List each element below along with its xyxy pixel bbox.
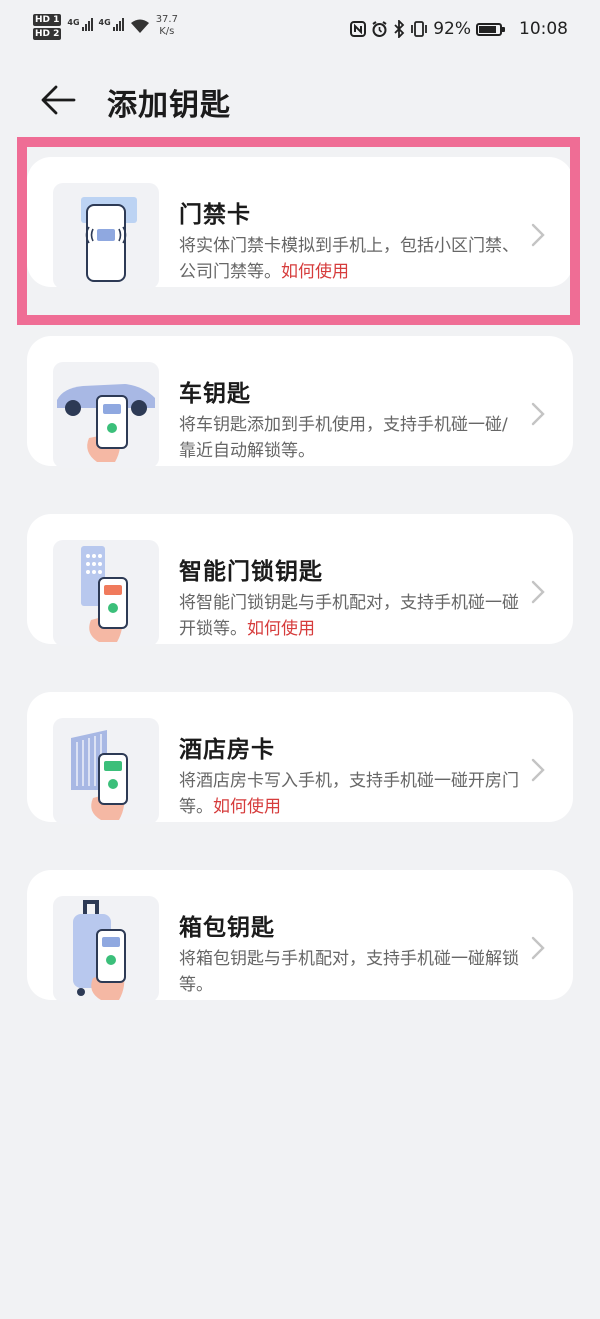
- page-title: 添加钥匙: [107, 88, 231, 123]
- card-description: 将实体门禁卡模拟到手机上，包括小区门禁、公司门禁等。如何使用: [179, 233, 519, 285]
- smart-lock-illustration: [53, 540, 159, 646]
- car-key-option[interactable]: 车钥匙 将车钥匙添加到手机使用，支持手机碰一碰/靠近自动解锁等。: [27, 336, 573, 468]
- how-to-use-link[interactable]: 如何使用: [213, 797, 281, 817]
- chevron-right-icon: [531, 936, 545, 960]
- alarm-icon: [372, 20, 387, 37]
- sim1-badge: HD 1: [33, 14, 62, 26]
- smart-lock-key-option[interactable]: 智能门锁钥匙 将智能门锁钥匙与手机配对，支持手机碰一碰开锁等。如何使用: [27, 514, 573, 646]
- how-to-use-link[interactable]: 如何使用: [281, 262, 349, 282]
- sim-indicators: HD 1 HD 2: [33, 14, 62, 40]
- status-right: 92% 10:08: [350, 19, 568, 39]
- card-title: 智能门锁钥匙: [179, 559, 323, 585]
- card-description-text: 将智能门锁钥匙与手机配对，支持手机碰一碰开锁等。: [179, 593, 519, 639]
- chevron-right-icon: [531, 223, 545, 247]
- luggage-illustration: [53, 896, 159, 1002]
- card-title: 箱包钥匙: [179, 915, 275, 941]
- nfc-icon: [350, 21, 367, 37]
- status-bar: HD 1 HD 2 4G 4G 37.7 K/s 92% 10:08: [0, 0, 600, 60]
- speed-value: 37.7: [155, 14, 178, 25]
- vibrate-icon: [411, 21, 428, 37]
- card-description-text: 将车钥匙添加到手机使用，支持手机碰一碰/靠近自动解锁等。: [179, 415, 508, 461]
- luggage-key-option[interactable]: 箱包钥匙 将箱包钥匙与手机配对，支持手机碰一碰解锁等。: [27, 870, 573, 1002]
- card-description-text: 将箱包钥匙与手机配对，支持手机碰一碰解锁等。: [179, 949, 519, 995]
- card-description: 将酒店房卡写入手机，支持手机碰一碰开房门等。如何使用: [179, 768, 519, 820]
- battery-percent: 92%: [433, 19, 471, 39]
- card-title: 车钥匙: [179, 381, 251, 407]
- access-card-option[interactable]: 门禁卡 将实体门禁卡模拟到手机上，包括小区门禁、公司门禁等。如何使用: [27, 157, 573, 289]
- signal-2-icon: 4G: [99, 18, 124, 31]
- how-to-use-link[interactable]: 如何使用: [247, 619, 315, 639]
- hotel-card-option[interactable]: 酒店房卡 将酒店房卡写入手机，支持手机碰一碰开房门等。如何使用: [27, 692, 573, 824]
- card-description: 将箱包钥匙与手机配对，支持手机碰一碰解锁等。: [179, 946, 519, 998]
- signal-1-icon: 4G: [67, 18, 93, 31]
- network-speed: 37.7 K/s: [156, 14, 178, 38]
- chevron-right-icon: [531, 758, 545, 782]
- wifi-icon: [130, 19, 149, 33]
- arrow-left-icon: [41, 85, 76, 115]
- car-key-illustration: [53, 362, 159, 468]
- app-header: 添加钥匙: [0, 70, 600, 130]
- chevron-right-icon: [531, 580, 545, 604]
- card-description: 将智能门锁钥匙与手机配对，支持手机碰一碰开锁等。如何使用: [179, 590, 519, 642]
- sim2-badge: HD 2: [33, 28, 62, 40]
- chevron-right-icon: [531, 402, 545, 426]
- battery-icon: [476, 22, 505, 36]
- card-title: 酒店房卡: [179, 737, 275, 763]
- back-button[interactable]: [38, 78, 82, 122]
- access-card-illustration: [53, 183, 159, 289]
- net1-label: 4G: [67, 18, 80, 27]
- status-left: HD 1 HD 2 4G 4G 37.7 K/s: [33, 14, 178, 40]
- net2-label: 4G: [98, 18, 111, 27]
- card-title: 门禁卡: [179, 202, 251, 228]
- hotel-card-illustration: [53, 718, 159, 824]
- card-description-text: 将实体门禁卡模拟到手机上，包括小区门禁、公司门禁等。: [179, 236, 519, 282]
- clock: 10:08: [519, 19, 568, 39]
- bluetooth-icon: [394, 20, 405, 38]
- card-description: 将车钥匙添加到手机使用，支持手机碰一碰/靠近自动解锁等。: [179, 412, 519, 464]
- speed-unit: K/s: [159, 26, 175, 37]
